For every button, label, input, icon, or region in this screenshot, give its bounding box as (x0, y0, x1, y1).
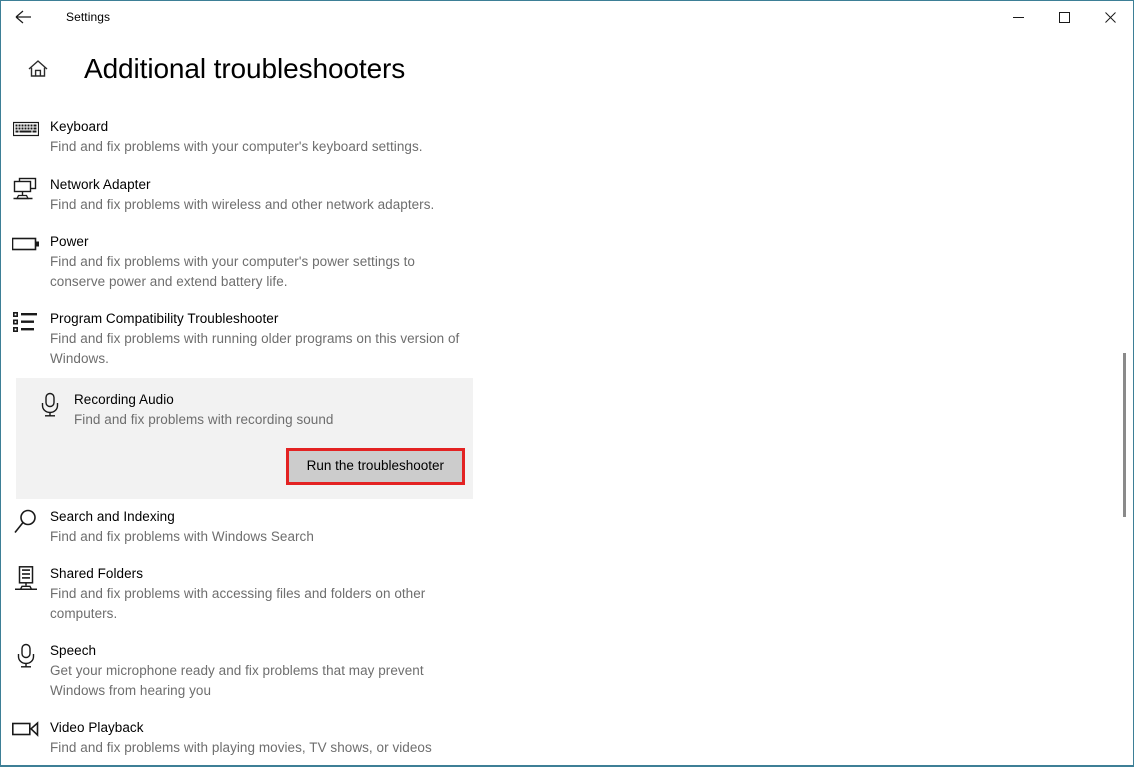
list-item-title: Program Compatibility Troubleshooter (50, 311, 279, 326)
list-item-keyboard[interactable]: Keyboard Find and fix problems with your… (1, 109, 1101, 167)
title-bar: Settings (1, 1, 1133, 33)
video-camera-icon (1, 718, 50, 738)
back-button[interactable] (1, 1, 45, 33)
page-title: Additional troubleshooters (84, 53, 406, 84)
list-item-title: Power (50, 234, 89, 249)
list-item-description: Find and fix problems with Windows Searc… (50, 528, 314, 544)
minimize-icon (1012, 16, 1024, 18)
network-adapter-icon (1, 175, 50, 201)
close-icon (1104, 11, 1116, 23)
vertical-scrollbar[interactable] (1116, 33, 1132, 765)
minimize-button[interactable] (995, 1, 1041, 33)
list-item-description: Find and fix problems with wireless and … (50, 196, 435, 212)
list-item-title: Speech (50, 643, 97, 658)
list-item-title: Keyboard (50, 119, 109, 134)
troubleshooter-list: Keyboard Find and fix problems with your… (1, 109, 1101, 765)
microphone-icon (25, 390, 74, 418)
list-item-description: Find and fix problems with your computer… (50, 254, 415, 289)
list-item-description: Find and fix problems with running older… (50, 331, 460, 366)
list-item-video-playback[interactable]: Video Playback Find and fix problems wit… (1, 710, 1101, 765)
list-item-description: Get your microphone ready and fix proble… (50, 663, 424, 698)
close-button[interactable] (1087, 1, 1133, 33)
list-item-title: Search and Indexing (50, 508, 175, 524)
page-header: Additional troubleshooters (1, 51, 405, 87)
maximize-icon (1058, 11, 1070, 23)
list-item-program-compatibility[interactable]: Program Compatibility Troubleshooter Fin… (1, 301, 1101, 378)
list-item-title: Video Playback (50, 720, 144, 735)
home-icon (28, 60, 48, 77)
magnifier-icon (1, 507, 50, 535)
list-item-power[interactable]: Power Find and fix problems with your co… (1, 224, 1101, 301)
caption-buttons (995, 1, 1133, 33)
list-item-recording-audio[interactable]: Recording Audio Find and fix problems wi… (16, 378, 473, 499)
list-item-description: Find and fix problems with your computer… (50, 139, 423, 154)
home-button[interactable] (20, 51, 56, 87)
list-item-speech[interactable]: Speech Get your microphone ready and fix… (1, 633, 1101, 710)
microphone-icon (1, 641, 50, 669)
list-item-search-and-indexing[interactable]: Search and Indexing Find and fix problem… (1, 499, 1101, 557)
run-the-troubleshooter-button[interactable]: Run the troubleshooter (285, 447, 465, 485)
list-item-title: Network Adapter (50, 176, 151, 192)
scrollbar-thumb[interactable] (1123, 353, 1126, 517)
list-item-title: Shared Folders (50, 566, 143, 581)
list-item-title: Recording Audio (74, 392, 174, 407)
maximize-button[interactable] (1041, 1, 1087, 33)
list-item-shared-folders[interactable]: Shared Folders Find and fix problems wit… (1, 556, 1101, 633)
app-title: Settings (66, 10, 111, 24)
program-list-icon (1, 309, 50, 333)
keyboard-icon (1, 117, 50, 139)
battery-icon (1, 232, 50, 252)
list-item-description: Find and fix problems with recording sou… (74, 412, 334, 427)
back-arrow-icon (15, 10, 31, 24)
settings-window: Settings Additional troubleshooters Keyb… (0, 0, 1134, 767)
list-item-description: Find and fix problems with playing movie… (50, 740, 432, 755)
list-item-description: Find and fix problems with accessing fil… (50, 586, 426, 621)
list-item-network-adapter[interactable]: Network Adapter Find and fix problems wi… (1, 167, 1101, 225)
shared-folders-icon (1, 564, 50, 592)
